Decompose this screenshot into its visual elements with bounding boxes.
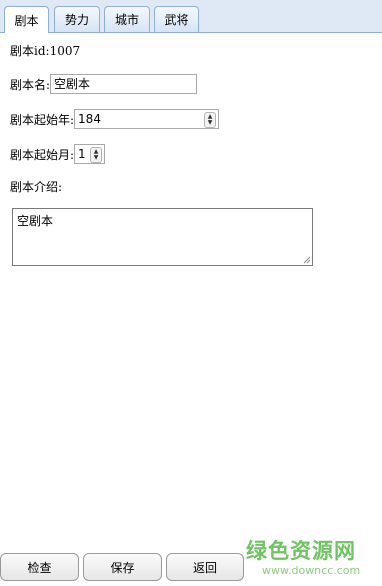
script-id-value: 1007 bbox=[49, 43, 81, 58]
script-id-label: 剧本id: bbox=[10, 44, 50, 58]
start-year-label: 剧本起始年: bbox=[10, 112, 75, 127]
tab-script[interactable]: 剧本 bbox=[4, 6, 49, 33]
spinner-arrows-icon[interactable]: ▲ ▼ bbox=[90, 147, 103, 163]
intro-row: 剧本介绍: bbox=[10, 178, 62, 195]
start-month-value: 1 bbox=[78, 147, 86, 161]
intro-value: 空剧本 bbox=[17, 214, 54, 228]
tab-faction[interactable]: 势力 bbox=[54, 6, 100, 32]
start-year-value: 184 bbox=[78, 112, 101, 126]
watermark-url: www.downcc.com bbox=[262, 564, 361, 577]
save-button[interactable]: 保存 bbox=[83, 553, 162, 581]
start-month-stepper[interactable]: 1 ▲ ▼ bbox=[74, 144, 106, 164]
script-id-row: 剧本id: 1007 bbox=[10, 42, 80, 59]
watermark-logo: 绿色资源网 bbox=[246, 539, 356, 563]
resize-grip-icon[interactable] bbox=[303, 256, 311, 264]
script-name-label: 剧本名: bbox=[10, 77, 51, 92]
start-year-row: 剧本起始年: 184 ▲ ▼ bbox=[10, 109, 220, 129]
spinner-arrows-icon[interactable]: ▲ ▼ bbox=[204, 112, 217, 128]
start-year-stepper[interactable]: 184 ▲ ▼ bbox=[74, 109, 220, 129]
back-button[interactable]: 返回 bbox=[166, 553, 244, 581]
tab-general[interactable]: 武将 bbox=[154, 6, 199, 32]
script-name-row: 剧本名: 空剧本 bbox=[10, 74, 198, 94]
tab-bar: 剧本 势力 城市 武将 bbox=[0, 0, 382, 33]
tab-city[interactable]: 城市 bbox=[104, 6, 150, 32]
script-name-input[interactable]: 空剧本 bbox=[50, 74, 198, 94]
check-button[interactable]: 检查 bbox=[0, 553, 79, 581]
intro-textarea[interactable]: 空剧本 bbox=[12, 208, 313, 266]
start-month-row: 剧本起始月: 1 ▲ ▼ bbox=[10, 144, 106, 164]
start-month-label: 剧本起始月: bbox=[10, 147, 75, 162]
intro-label: 剧本介绍: bbox=[10, 180, 63, 194]
